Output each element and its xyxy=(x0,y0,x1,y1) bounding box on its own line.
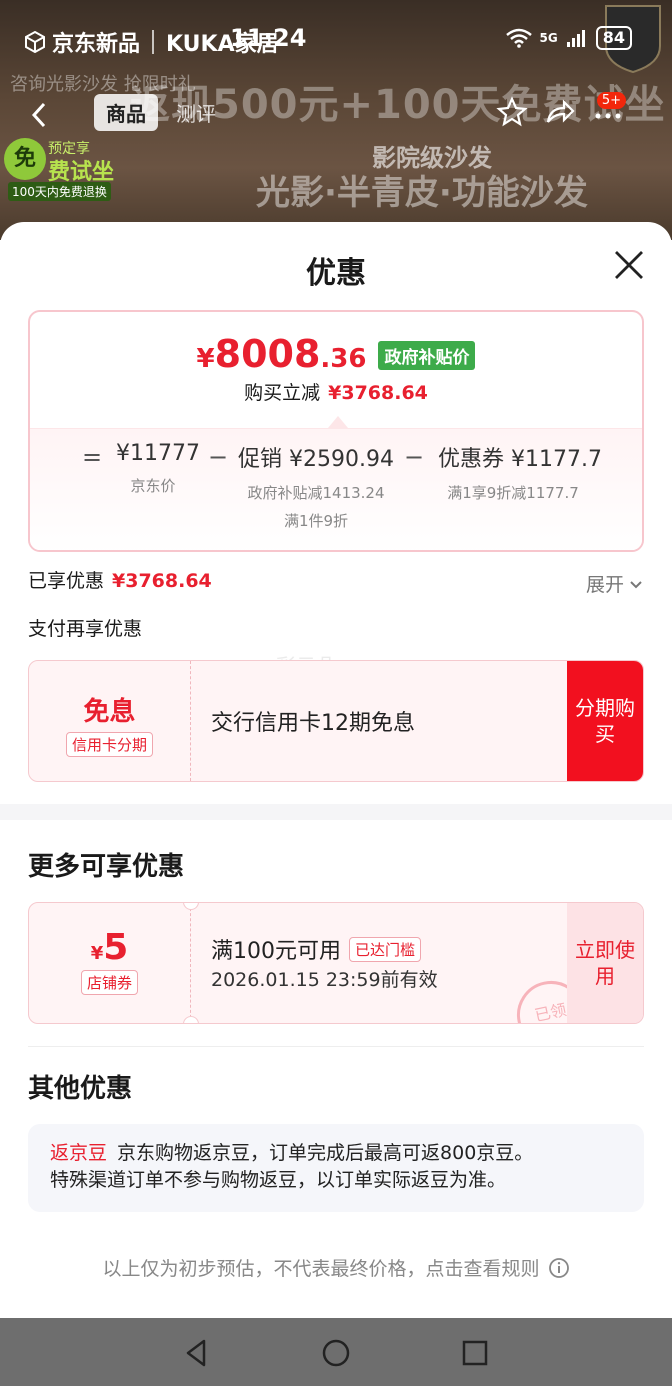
tab-product[interactable]: 商品 xyxy=(94,94,158,131)
jd-beans-line1: 返京豆 京东购物返京豆，订单完成后最高可返800京豆。 xyxy=(50,1140,622,1167)
share-icon[interactable] xyxy=(544,96,576,128)
breakdown-pointer xyxy=(328,416,348,428)
shop-coupon-card: ¥5 店铺券 满100元可用 已达门槛 2026.01.15 23:59前有效 … xyxy=(28,902,644,1024)
final-price-row: ¥8008.36 政府补贴价 xyxy=(30,332,642,376)
close-icon[interactable] xyxy=(612,248,646,282)
nav-tabs: 商品 测评 xyxy=(94,94,228,131)
shop-coupon-tag: 店铺券 xyxy=(80,970,138,995)
nav-back-icon[interactable] xyxy=(180,1336,214,1370)
coupon-condition: 满100元可用 已达门槛 xyxy=(211,933,422,965)
jd-beans-text2: 特殊渠道订单不参与购物返豆，以订单实际返豆为准。 xyxy=(50,1169,507,1191)
coupon-currency: ¥ xyxy=(90,943,104,964)
status-icons: 5G 84 xyxy=(505,26,632,50)
instant-save-value: ¥3768.64 xyxy=(328,382,428,404)
jd-beans-info: 返京豆 京东购物返京豆，订单完成后最高可返800京豆。 特殊渠道订单不参与购物返豆… xyxy=(28,1124,644,1212)
equals-sign: = xyxy=(82,443,103,471)
instant-save-label: 购买立减 xyxy=(244,382,321,404)
more-menu[interactable]: 5+ xyxy=(592,92,632,128)
enjoyed-label: 已享优惠 xyxy=(28,570,105,592)
price-decimal: .36 xyxy=(320,344,367,374)
interest-free-badge: 免息 信用卡分期 xyxy=(29,661,191,781)
star-favorite-icon[interactable] xyxy=(496,96,528,128)
system-nav-bar xyxy=(0,1318,672,1386)
nav-recents-icon[interactable] xyxy=(458,1336,492,1370)
interest-free-title: 免息 xyxy=(83,697,136,727)
coupon-number: 5 xyxy=(103,927,129,968)
enjoyed-discount: 已享优惠 ¥3768.64 xyxy=(28,566,212,593)
signal-icon xyxy=(566,30,585,47)
promo-value: 促销 ¥2590.94 xyxy=(238,447,394,472)
coupon-condition-text: 满100元可用 xyxy=(211,939,341,964)
interest-free-desc: 交行信用卡12期免息 xyxy=(211,711,415,736)
info-icon xyxy=(548,1257,569,1278)
free-trial-badge: 免 预定享 费试坐 100天内免费退换 xyxy=(4,138,122,201)
network-type: 5G xyxy=(539,31,558,45)
coupon-amount: ¥5 xyxy=(29,927,190,968)
promo-col: 促销 ¥2590.94 政府补贴减1413.24 满1件9折 xyxy=(238,441,394,535)
status-bar: 京东新品 KUKA家居 11:24 5G 84 xyxy=(0,22,672,58)
jd-cube-icon xyxy=(25,31,45,53)
battery-level: 84 xyxy=(595,26,632,50)
coupon-value-badge: ¥5 店铺券 xyxy=(29,903,191,1023)
message-count-badge: 5+ xyxy=(596,92,626,109)
sheet-title: 优惠 xyxy=(306,256,366,291)
promo-detail-1: 政府补贴减1413.24 xyxy=(247,484,385,502)
interest-free-card: 免息 信用卡分期 交行信用卡12期免息 分期购买 xyxy=(28,660,644,782)
status-time: 11:24 xyxy=(230,24,307,52)
coupon-value: 优惠券 ¥1177.7 xyxy=(438,447,602,472)
price-disclaimer[interactable]: 以上仅为初步预估，不代表最终价格，点击查看规则 xyxy=(0,1254,672,1281)
disclaimer-text: 以上仅为初步预估，不代表最终价格，点击查看规则 xyxy=(102,1258,540,1280)
price-currency: ¥ xyxy=(196,344,215,374)
section-divider xyxy=(0,804,672,820)
coupon-expiry: 2026.01.15 23:59前有效 xyxy=(211,969,438,991)
free-trial-line3: 100天内免费退换 xyxy=(8,182,111,201)
jd-price-col: ¥11777 京东价 xyxy=(116,441,200,500)
coupon-detail: 满1享9折减1177.7 xyxy=(447,484,579,502)
nav-home-icon[interactable] xyxy=(319,1336,353,1370)
enjoyed-value: ¥3768.64 xyxy=(112,570,212,592)
threshold-reached-tag: 已达门槛 xyxy=(349,936,422,962)
other-discounts-heading: 其他优惠 xyxy=(28,1074,133,1104)
gov-subsidy-badge: 政府补贴价 xyxy=(378,341,476,370)
final-price: ¥8008.36 xyxy=(197,332,367,376)
credit-installment-tag: 信用卡分期 xyxy=(65,732,153,757)
chevron-down-icon xyxy=(630,580,642,588)
pay-more-heading: 支付再享优惠 xyxy=(28,618,143,640)
divider-line xyxy=(28,1046,644,1047)
coupon-col: 优惠券 ¥1177.7 满1享9折减1177.7 xyxy=(438,441,602,507)
more-discounts-heading: 更多可享优惠 xyxy=(28,852,185,882)
jd-beans-label: 返京豆 xyxy=(50,1142,108,1164)
price-breakdown: = ¥11777 京东价 − 促销 ¥2590.94 政府补贴减1413.24 … xyxy=(30,428,642,550)
product-navbar: 商品 测评 5+ xyxy=(0,92,672,138)
back-arrow-icon[interactable] xyxy=(20,98,60,132)
expand-label: 展开 xyxy=(585,574,624,596)
minus-sign-1: − xyxy=(208,443,229,471)
nav-actions: 5+ xyxy=(496,92,632,128)
price-integer: 8008 xyxy=(214,332,321,376)
coupon-notch-bottom xyxy=(183,1016,199,1023)
installment-buy-button[interactable]: 分期购买 xyxy=(567,661,643,781)
tab-review[interactable]: 测评 xyxy=(164,94,228,131)
jd-beans-text1: 京东购物返京豆，订单完成后最高可返800京豆。 xyxy=(117,1142,534,1164)
minus-sign-2: − xyxy=(404,443,425,471)
jd-price-value: ¥11777 xyxy=(116,441,200,466)
use-now-button[interactable]: 立即使用 xyxy=(567,903,643,1023)
discount-sheet: 优惠 ¥8008.36 政府补贴价 购买立减 ¥3768.64 = ¥11777 … xyxy=(0,222,672,1318)
expand-button[interactable]: 展开 xyxy=(586,570,644,597)
free-trial-circle: 免 xyxy=(4,138,46,180)
instant-save-row: 购买立减 ¥3768.64 xyxy=(30,378,642,405)
promo-detail-2: 满1件9折 xyxy=(283,512,349,530)
wifi-icon xyxy=(505,28,532,48)
bg-subtitle-2: 光影·半青皮·功能沙发 xyxy=(256,173,588,213)
price-summary-card: ¥8008.36 政府补贴价 购买立减 ¥3768.64 = ¥11777 京东价… xyxy=(28,310,644,552)
brand-name: 京东新品 xyxy=(52,32,141,57)
brand-divider xyxy=(152,30,155,54)
jd-price-label: 京东价 xyxy=(130,477,176,495)
